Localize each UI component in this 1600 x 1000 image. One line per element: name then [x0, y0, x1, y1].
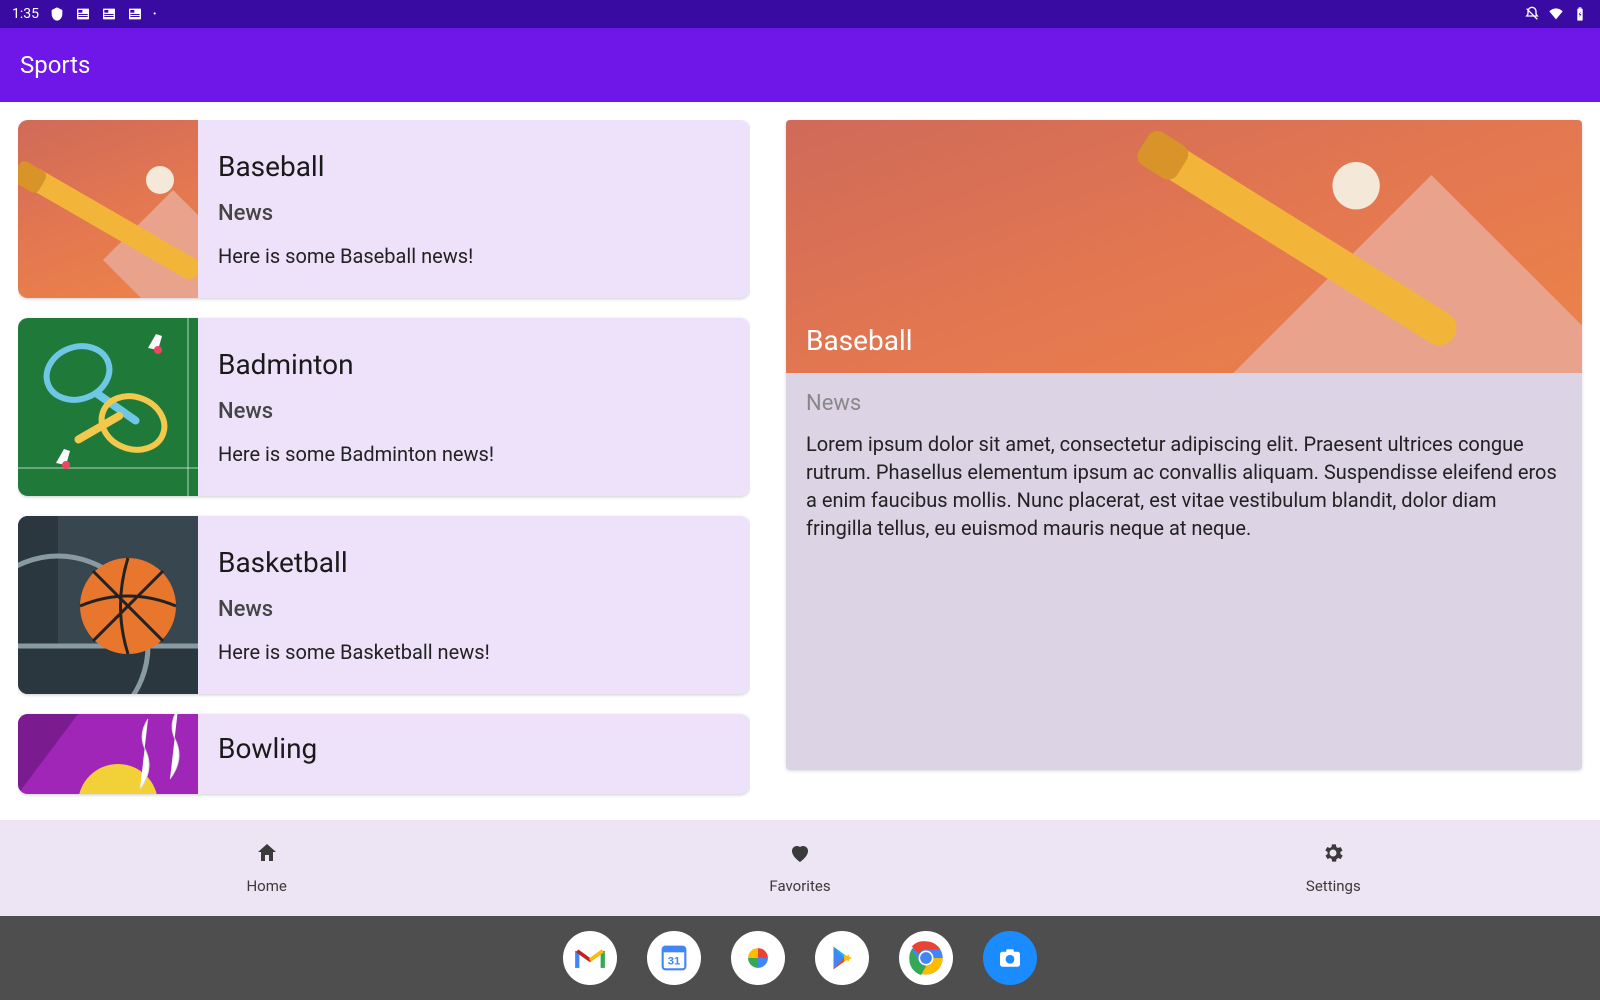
card-title: Baseball	[218, 150, 473, 183]
list-item-badminton[interactable]: Badminton News Here is some Badminton ne…	[18, 318, 750, 496]
newspaper-icon	[127, 6, 143, 22]
sports-list[interactable]: Baseball News Here is some Baseball news…	[18, 120, 750, 802]
detail-title: Baseball	[806, 324, 913, 357]
detail-subtitle: News	[786, 373, 1582, 424]
nav-settings[interactable]: Settings	[1067, 820, 1600, 916]
mute-icon	[1524, 6, 1540, 22]
card-title: Basketball	[218, 546, 490, 579]
nav-label: Settings	[1306, 877, 1361, 895]
nav-label: Favorites	[769, 877, 830, 895]
nav-favorites[interactable]: Favorites	[533, 820, 1066, 916]
detail-card: Baseball News Lorem ipsum dolor sit amet…	[786, 120, 1582, 770]
list-item-baseball[interactable]: Baseball News Here is some Baseball news…	[18, 120, 750, 298]
battery-icon	[1572, 6, 1588, 22]
nav-home[interactable]: Home	[0, 820, 533, 916]
card-subtitle: News	[218, 201, 473, 226]
baseball-thumb	[18, 120, 198, 298]
play-store-icon[interactable]	[815, 931, 869, 985]
card-desc: Here is some Baseball news!	[218, 244, 473, 268]
status-time: 1:35	[12, 6, 39, 22]
card-title: Bowling	[218, 732, 317, 765]
detail-body: Lorem ipsum dolor sit amet, consectetur …	[786, 424, 1582, 548]
nav-label: Home	[246, 877, 286, 895]
basketball-thumb	[18, 516, 198, 694]
card-desc: Here is some Badminton news!	[218, 442, 494, 466]
bowling-thumb	[18, 714, 198, 794]
svg-text:31: 31	[668, 955, 681, 967]
calendar-icon[interactable]: 31	[647, 931, 701, 985]
detail-hero: Baseball	[786, 120, 1582, 373]
heart-icon	[788, 841, 812, 869]
gmail-icon[interactable]	[563, 931, 617, 985]
badminton-thumb	[18, 318, 198, 496]
home-icon	[255, 841, 279, 869]
newspaper-icon	[101, 6, 117, 22]
app-bar: Sports	[0, 28, 1600, 102]
system-dock: 31	[0, 916, 1600, 1000]
card-subtitle: News	[218, 399, 494, 424]
photos-icon[interactable]	[731, 931, 785, 985]
list-item-basketball[interactable]: Basketball News Here is some Basketball …	[18, 516, 750, 694]
card-subtitle: News	[218, 597, 490, 622]
bottom-nav: Home Favorites Settings	[0, 820, 1600, 916]
camera-icon[interactable]	[983, 931, 1037, 985]
gear-icon	[1321, 841, 1345, 869]
status-bar: 1:35 •	[0, 0, 1600, 28]
wifi-icon	[1548, 6, 1564, 22]
app-title: Sports	[20, 51, 90, 79]
content-area: Baseball News Here is some Baseball news…	[0, 102, 1600, 820]
status-icon	[49, 6, 65, 22]
card-desc: Here is some Basketball news!	[218, 640, 490, 664]
chrome-icon[interactable]	[899, 931, 953, 985]
list-item-bowling[interactable]: Bowling	[18, 714, 750, 794]
dot-icon: •	[153, 9, 156, 20]
card-title: Badminton	[218, 348, 494, 381]
newspaper-icon	[75, 6, 91, 22]
detail-pane: Baseball News Lorem ipsum dolor sit amet…	[786, 120, 1582, 802]
